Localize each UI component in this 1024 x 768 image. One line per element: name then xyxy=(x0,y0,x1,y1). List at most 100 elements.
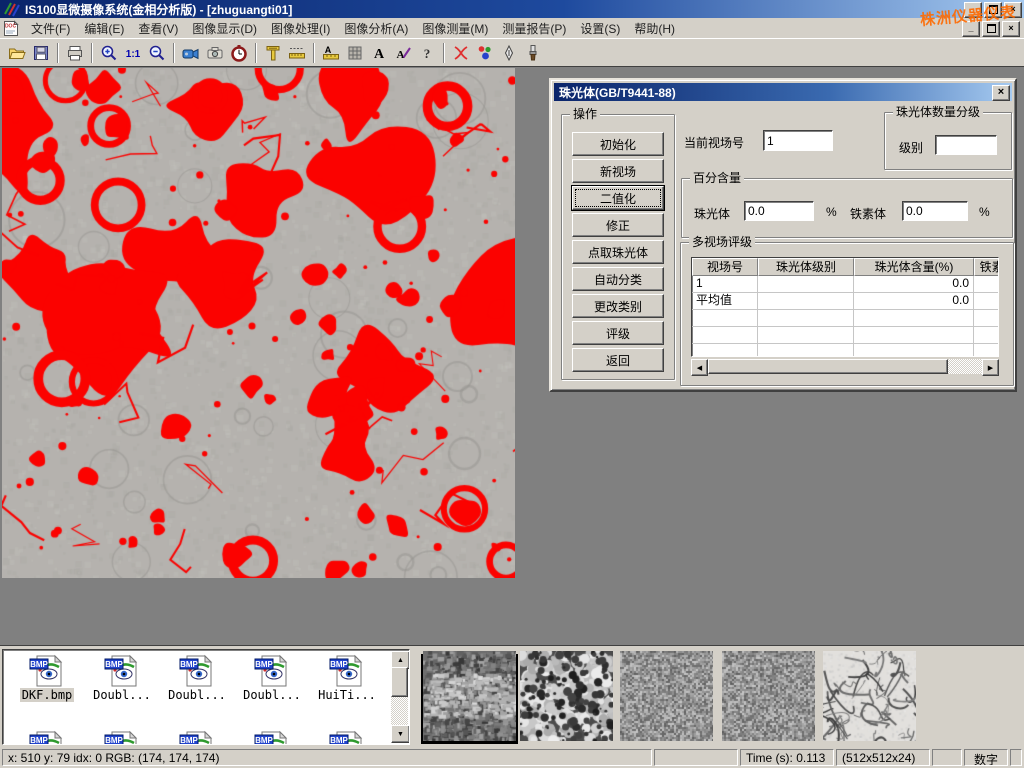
capture-button[interactable] xyxy=(203,41,227,64)
mdi-restore-button[interactable] xyxy=(982,21,1000,37)
document-icon[interactable]: DOC xyxy=(2,20,20,37)
table-cell: 1 xyxy=(692,276,758,292)
caliper-button[interactable] xyxy=(261,41,285,64)
dialog-button-1[interactable]: 新视场 xyxy=(572,159,664,183)
ruler-button[interactable] xyxy=(285,41,309,64)
file-item-2[interactable]: BMPDoubl... xyxy=(161,654,233,702)
zoom-out-icon xyxy=(148,44,166,62)
zoom-in-button[interactable] xyxy=(97,41,121,64)
pen-button[interactable] xyxy=(497,41,521,64)
table-cell xyxy=(758,344,854,357)
dialog-close-button[interactable]: × xyxy=(992,85,1010,101)
measure-text-button[interactable]: A xyxy=(319,41,343,64)
dialog-title-bar[interactable]: 珠光体(GB/T9441-88) × xyxy=(554,83,1012,101)
file-item-1[interactable]: BMPDoubl... xyxy=(86,654,158,702)
dialog-button-5[interactable]: 自动分类 xyxy=(572,267,664,291)
annotate-button[interactable]: A xyxy=(391,41,415,64)
brush-button[interactable] xyxy=(521,41,545,64)
menu-item-8[interactable]: 设置(S) xyxy=(573,18,627,39)
grid-button[interactable] xyxy=(343,41,367,64)
particles-button[interactable] xyxy=(473,41,497,64)
mdi-close-button[interactable]: × xyxy=(1002,21,1020,37)
table-row-3[interactable] xyxy=(692,327,998,344)
close-button[interactable]: × xyxy=(1004,2,1022,18)
dialog-button-7[interactable]: 评级 xyxy=(572,321,664,345)
video-camera-icon xyxy=(182,44,200,62)
thumb-3[interactable] xyxy=(620,651,713,741)
help-button[interactable]: ? xyxy=(415,41,439,64)
svg-text:BMP: BMP xyxy=(255,736,273,745)
toolbar-separator xyxy=(173,43,175,63)
table-row-0[interactable]: 10.0 xyxy=(692,276,998,293)
bmp-file-icon: BMP xyxy=(254,730,290,745)
thumb-1[interactable] xyxy=(423,651,516,741)
scroll-down-button[interactable]: ▼ xyxy=(391,725,410,743)
maximize-button[interactable] xyxy=(984,2,1002,18)
dialog-button-3[interactable]: 修正 xyxy=(572,213,664,237)
dialog-button-0[interactable]: 初始化 xyxy=(572,132,664,156)
file-item-row2-4[interactable]: BMP xyxy=(311,730,383,745)
file-item-row2-1[interactable]: BMP xyxy=(86,730,158,745)
file-item-row2-3[interactable]: BMP xyxy=(236,730,308,745)
menu-item-7[interactable]: 测量报告(P) xyxy=(495,18,573,39)
operations-group: 操作 初始化新视场二值化修正点取珠光体自动分类更改类别评级返回 xyxy=(561,114,675,380)
menu-item-0[interactable]: 文件(F) xyxy=(24,18,77,39)
menu-item-1[interactable]: 编辑(E) xyxy=(77,18,131,39)
dialog-button-2[interactable]: 二值化 xyxy=(572,186,664,210)
thumb-5[interactable] xyxy=(823,651,916,741)
menu-item-9[interactable]: 帮助(H) xyxy=(627,18,682,39)
menu-item-5[interactable]: 图像分析(A) xyxy=(337,18,415,39)
svg-text:DOC: DOC xyxy=(5,23,17,29)
dialog-button-6[interactable]: 更改类别 xyxy=(572,294,664,318)
table-cell xyxy=(692,327,758,343)
file-item-4[interactable]: BMPHuiTi... xyxy=(311,654,383,702)
table-header-2[interactable]: 珠光体含量(%) xyxy=(854,258,974,276)
scroll-right-button[interactable]: ▶ xyxy=(982,359,999,376)
scroll-left-button[interactable]: ◀ xyxy=(691,359,708,376)
pearlite-input[interactable] xyxy=(744,201,814,221)
menu-item-6[interactable]: 图像测量(M) xyxy=(415,18,495,39)
bmp-file-icon: BMP xyxy=(329,730,365,745)
scroll-track[interactable] xyxy=(708,359,982,374)
curve-tool-button[interactable] xyxy=(449,41,473,64)
open-file-button[interactable] xyxy=(5,41,29,64)
thumb-2[interactable] xyxy=(520,651,613,741)
table-header-0[interactable]: 视场号 xyxy=(692,258,758,276)
level-input[interactable] xyxy=(935,135,997,155)
menu-item-4[interactable]: 图像处理(I) xyxy=(264,18,337,39)
toolbar-separator xyxy=(313,43,315,63)
table-row-2[interactable] xyxy=(692,310,998,327)
current-view-input[interactable] xyxy=(763,130,833,151)
text-button[interactable]: A xyxy=(367,41,391,64)
menu-item-3[interactable]: 图像显示(D) xyxy=(185,18,264,39)
print-button[interactable] xyxy=(63,41,87,64)
vscroll-thumb[interactable] xyxy=(391,667,408,697)
save-button[interactable] xyxy=(29,41,53,64)
table-cell xyxy=(758,293,854,309)
video-camera-button[interactable] xyxy=(179,41,203,64)
table-row-1[interactable]: 平均值0.0 xyxy=(692,293,998,310)
menu-item-2[interactable]: 查看(V) xyxy=(131,18,185,39)
micrograph-image[interactable] xyxy=(2,68,515,578)
zoom-out-button[interactable] xyxy=(145,41,169,64)
file-item-row2-2[interactable]: BMP xyxy=(161,730,233,745)
mdi-minimize-button[interactable]: _ xyxy=(962,21,980,37)
ferrite-input[interactable] xyxy=(902,201,968,221)
dialog-button-8[interactable]: 返回 xyxy=(572,348,664,372)
minimize-button[interactable]: _ xyxy=(964,2,982,18)
svg-text:BMP: BMP xyxy=(105,660,123,669)
actual-size-button[interactable]: 1:1 xyxy=(121,41,145,64)
dialog-button-4[interactable]: 点取珠光体 xyxy=(572,240,664,264)
timer-button[interactable] xyxy=(227,41,251,64)
maximize-icon xyxy=(989,5,998,14)
scroll-thumb[interactable] xyxy=(708,359,948,374)
table-row-4[interactable] xyxy=(692,344,998,357)
file-item-row2-0[interactable]: BMP xyxy=(11,730,83,745)
thumb-4[interactable] xyxy=(722,651,815,741)
file-item-3[interactable]: BMPDoubl... xyxy=(236,654,308,702)
table-header-3[interactable]: 铁素体含量(%) xyxy=(974,258,999,276)
svg-text:BMP: BMP xyxy=(180,736,198,745)
table-header-1[interactable]: 珠光体级别 xyxy=(758,258,854,276)
file-item-0[interactable]: BMPDKF.bmp xyxy=(11,654,83,702)
title-bar[interactable]: IS100显微摄像系统(金相分析版) - [zhuguangti01] _ × xyxy=(0,0,1024,18)
